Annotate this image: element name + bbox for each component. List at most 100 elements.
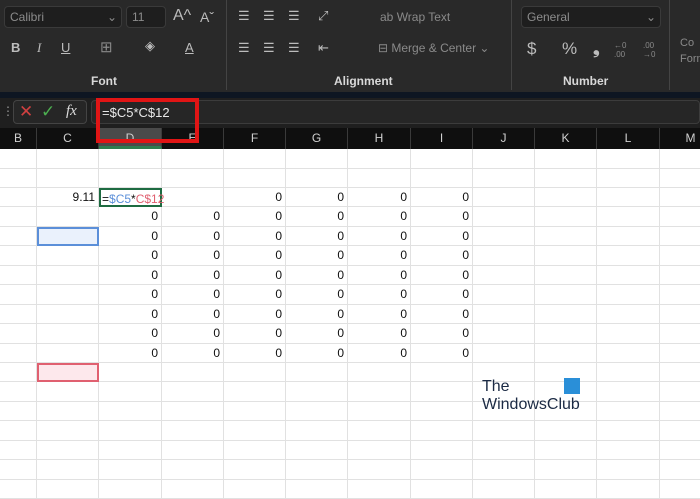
cell[interactable]: 0 xyxy=(224,285,286,305)
cell[interactable]: 0 xyxy=(99,207,162,227)
cell[interactable] xyxy=(660,382,700,402)
cell[interactable]: 0 xyxy=(224,187,286,208)
cell[interactable] xyxy=(224,401,286,422)
cell[interactable] xyxy=(0,207,37,227)
cell[interactable]: 0 xyxy=(411,304,473,325)
cell[interactable]: 0 xyxy=(162,246,224,266)
cell[interactable] xyxy=(597,207,660,227)
cell[interactable] xyxy=(162,440,224,461)
cell[interactable] xyxy=(0,226,37,247)
cell[interactable] xyxy=(597,168,660,188)
cell[interactable] xyxy=(286,479,348,499)
cell[interactable]: 0 xyxy=(286,226,348,247)
cell[interactable] xyxy=(348,401,411,422)
enter-icon[interactable]: ✓ xyxy=(41,102,55,122)
cell[interactable] xyxy=(473,265,535,286)
align-center-icon[interactable]: ☰ xyxy=(263,40,275,56)
cell[interactable]: 0 xyxy=(99,246,162,266)
cell[interactable] xyxy=(660,207,700,227)
cell[interactable] xyxy=(286,440,348,461)
cell[interactable] xyxy=(348,382,411,402)
cell[interactable] xyxy=(597,324,660,344)
cell[interactable] xyxy=(37,304,99,325)
cell[interactable] xyxy=(224,382,286,402)
italic-button[interactable]: I xyxy=(37,40,41,56)
cell[interactable] xyxy=(99,168,162,188)
cell[interactable]: 0 xyxy=(162,226,224,247)
cell[interactable] xyxy=(473,207,535,227)
cell[interactable]: 0 xyxy=(348,265,411,286)
active-cell-editor[interactable]: =$C5*C$12 xyxy=(99,187,164,208)
cell[interactable] xyxy=(411,421,473,441)
cell[interactable] xyxy=(535,187,597,208)
cell[interactable]: 0 xyxy=(411,246,473,266)
align-right-icon[interactable]: ☰ xyxy=(288,40,300,56)
cell[interactable] xyxy=(597,401,660,422)
cell[interactable] xyxy=(597,285,660,305)
wrap-text-button[interactable]: ab Wrap Text xyxy=(380,10,450,24)
cell[interactable] xyxy=(37,168,99,188)
cell[interactable] xyxy=(99,421,162,441)
cell[interactable]: 0 xyxy=(286,343,348,363)
cell[interactable] xyxy=(37,479,99,499)
cell[interactable] xyxy=(348,421,411,441)
cell[interactable] xyxy=(348,168,411,188)
cell[interactable] xyxy=(660,285,700,305)
insert-function-icon[interactable]: fx xyxy=(66,103,77,120)
cell[interactable] xyxy=(99,440,162,461)
number-format-dropdown[interactable]: General ⌄ xyxy=(521,6,661,28)
cell[interactable] xyxy=(597,421,660,441)
cell[interactable] xyxy=(348,460,411,480)
cell[interactable] xyxy=(411,401,473,422)
column-header-K[interactable]: K xyxy=(535,128,597,149)
cell[interactable] xyxy=(0,479,37,499)
cell[interactable] xyxy=(37,343,99,363)
cell[interactable]: 0 xyxy=(224,246,286,266)
cell[interactable]: 0 xyxy=(286,265,348,286)
cell[interactable] xyxy=(37,440,99,461)
cell[interactable] xyxy=(535,149,597,169)
cell[interactable] xyxy=(224,421,286,441)
cell[interactable] xyxy=(348,149,411,169)
cell[interactable] xyxy=(597,265,660,286)
cell[interactable] xyxy=(99,382,162,402)
cell[interactable] xyxy=(473,187,535,208)
cell[interactable] xyxy=(411,362,473,383)
font-color-icon[interactable]: A xyxy=(185,40,194,55)
cell[interactable] xyxy=(473,168,535,188)
cell[interactable] xyxy=(0,421,37,441)
cell[interactable] xyxy=(0,168,37,188)
cell[interactable] xyxy=(162,460,224,480)
cell[interactable] xyxy=(660,460,700,480)
cell[interactable]: 0 xyxy=(99,343,162,363)
cell[interactable]: 0 xyxy=(99,304,162,325)
column-header-F[interactable]: F xyxy=(224,128,286,149)
cell[interactable] xyxy=(473,440,535,461)
cell[interactable]: 0 xyxy=(286,285,348,305)
cell[interactable] xyxy=(348,362,411,383)
cell[interactable] xyxy=(535,265,597,286)
cell[interactable] xyxy=(286,421,348,441)
cell[interactable] xyxy=(0,246,37,266)
cell[interactable] xyxy=(0,324,37,344)
cell[interactable] xyxy=(0,149,37,169)
fill-color-icon[interactable]: ◈ xyxy=(145,38,155,54)
align-bottom-icon[interactable]: ☰ xyxy=(288,8,300,24)
cell[interactable]: 0 xyxy=(224,207,286,227)
cell[interactable] xyxy=(473,324,535,344)
cell[interactable] xyxy=(37,285,99,305)
cell[interactable]: 0 xyxy=(99,265,162,286)
column-header-L[interactable]: L xyxy=(597,128,660,149)
cell[interactable] xyxy=(660,421,700,441)
cell[interactable]: 0 xyxy=(348,304,411,325)
align-top-icon[interactable]: ☰ xyxy=(238,8,250,24)
cell[interactable] xyxy=(660,149,700,169)
cell[interactable] xyxy=(99,460,162,480)
cell[interactable] xyxy=(535,304,597,325)
percent-button[interactable]: % xyxy=(562,39,577,59)
cell[interactable]: 0 xyxy=(348,226,411,247)
cell[interactable]: 0 xyxy=(99,324,162,344)
cell[interactable]: 0 xyxy=(99,285,162,305)
cell[interactable]: 0 xyxy=(411,285,473,305)
cell[interactable] xyxy=(37,246,99,266)
